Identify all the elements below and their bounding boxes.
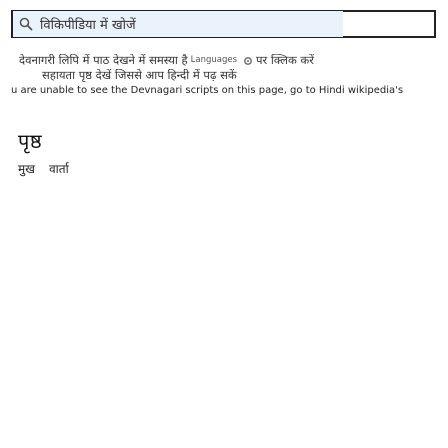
page-tabs: मुख वार्ता bbox=[18, 160, 69, 177]
search-query-text: विकिपीडिया में खोजें bbox=[40, 18, 136, 33]
search-input[interactable]: विकिपीडिया में खोजें bbox=[13, 11, 343, 37]
tab-talk[interactable]: वार्ता bbox=[49, 160, 69, 177]
search-icon[interactable] bbox=[19, 17, 33, 31]
script-notice: देवनागरी लिपि में पाठ देखने में समस्या ह… bbox=[11, 54, 439, 97]
page: विकिपीडिया में खोजें देवनागरी लिपि में प… bbox=[0, 0, 448, 448]
notice-line-3: u are unable to see the Devnagari script… bbox=[11, 85, 404, 97]
notice-text-hindi-1: देवनागरी लिपि में पाठ देखने में समस्या ह… bbox=[19, 54, 188, 67]
notice-text-hindi-2: पर क्लिक करें bbox=[256, 54, 314, 67]
notice-line-2: सहायता पृष्ठ देखें जिससे आप हिन्दी में प… bbox=[42, 69, 237, 83]
notice-line-1: देवनागरी लिपि में पाठ देखने में समस्या ह… bbox=[19, 54, 439, 67]
languages-link[interactable]: Languages bbox=[191, 55, 237, 66]
search-bar[interactable]: विकिपीडिया में खोजें bbox=[11, 10, 436, 38]
gear-icon bbox=[244, 56, 252, 65]
page-title: पृष्ठ bbox=[18, 129, 43, 153]
tab-main[interactable]: मुख bbox=[18, 160, 35, 177]
